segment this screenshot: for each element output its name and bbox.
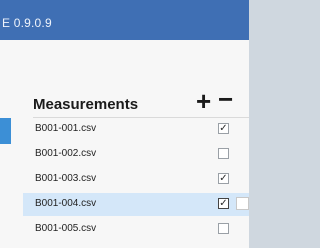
list-item[interactable]: B001-005.csv <box>23 218 249 241</box>
measurements-heading: Measurements <box>33 96 139 113</box>
add-measurement-button[interactable]: + <box>196 88 211 114</box>
list-item[interactable]: B001-002.csv <box>23 143 249 166</box>
file-name: B001-001.csv <box>35 123 97 134</box>
include-checkbox[interactable]: ✓ <box>218 198 229 209</box>
list-item[interactable]: B001-001.csv ✓ <box>23 118 249 141</box>
file-name: B001-004.csv <box>35 198 97 209</box>
list-item-selected[interactable]: B001-004.csv ✓ <box>23 193 249 216</box>
remove-measurement-button[interactable]: − <box>218 86 233 112</box>
include-checkbox[interactable]: ✓ <box>218 123 229 134</box>
title-bar: E 0.9.0.9 <box>0 0 249 40</box>
row-action-box[interactable] <box>236 197 249 210</box>
file-name: B001-005.csv <box>35 223 97 234</box>
window-title: E 0.9.0.9 <box>2 16 52 30</box>
include-checkbox[interactable] <box>218 148 229 159</box>
list-item[interactable]: B001-003.csv ✓ <box>23 168 249 191</box>
file-name: B001-003.csv <box>35 173 97 184</box>
include-checkbox[interactable] <box>218 223 229 234</box>
file-name: B001-002.csv <box>35 148 97 159</box>
sidebar-selection-indicator <box>0 118 11 144</box>
include-checkbox[interactable]: ✓ <box>218 173 229 184</box>
